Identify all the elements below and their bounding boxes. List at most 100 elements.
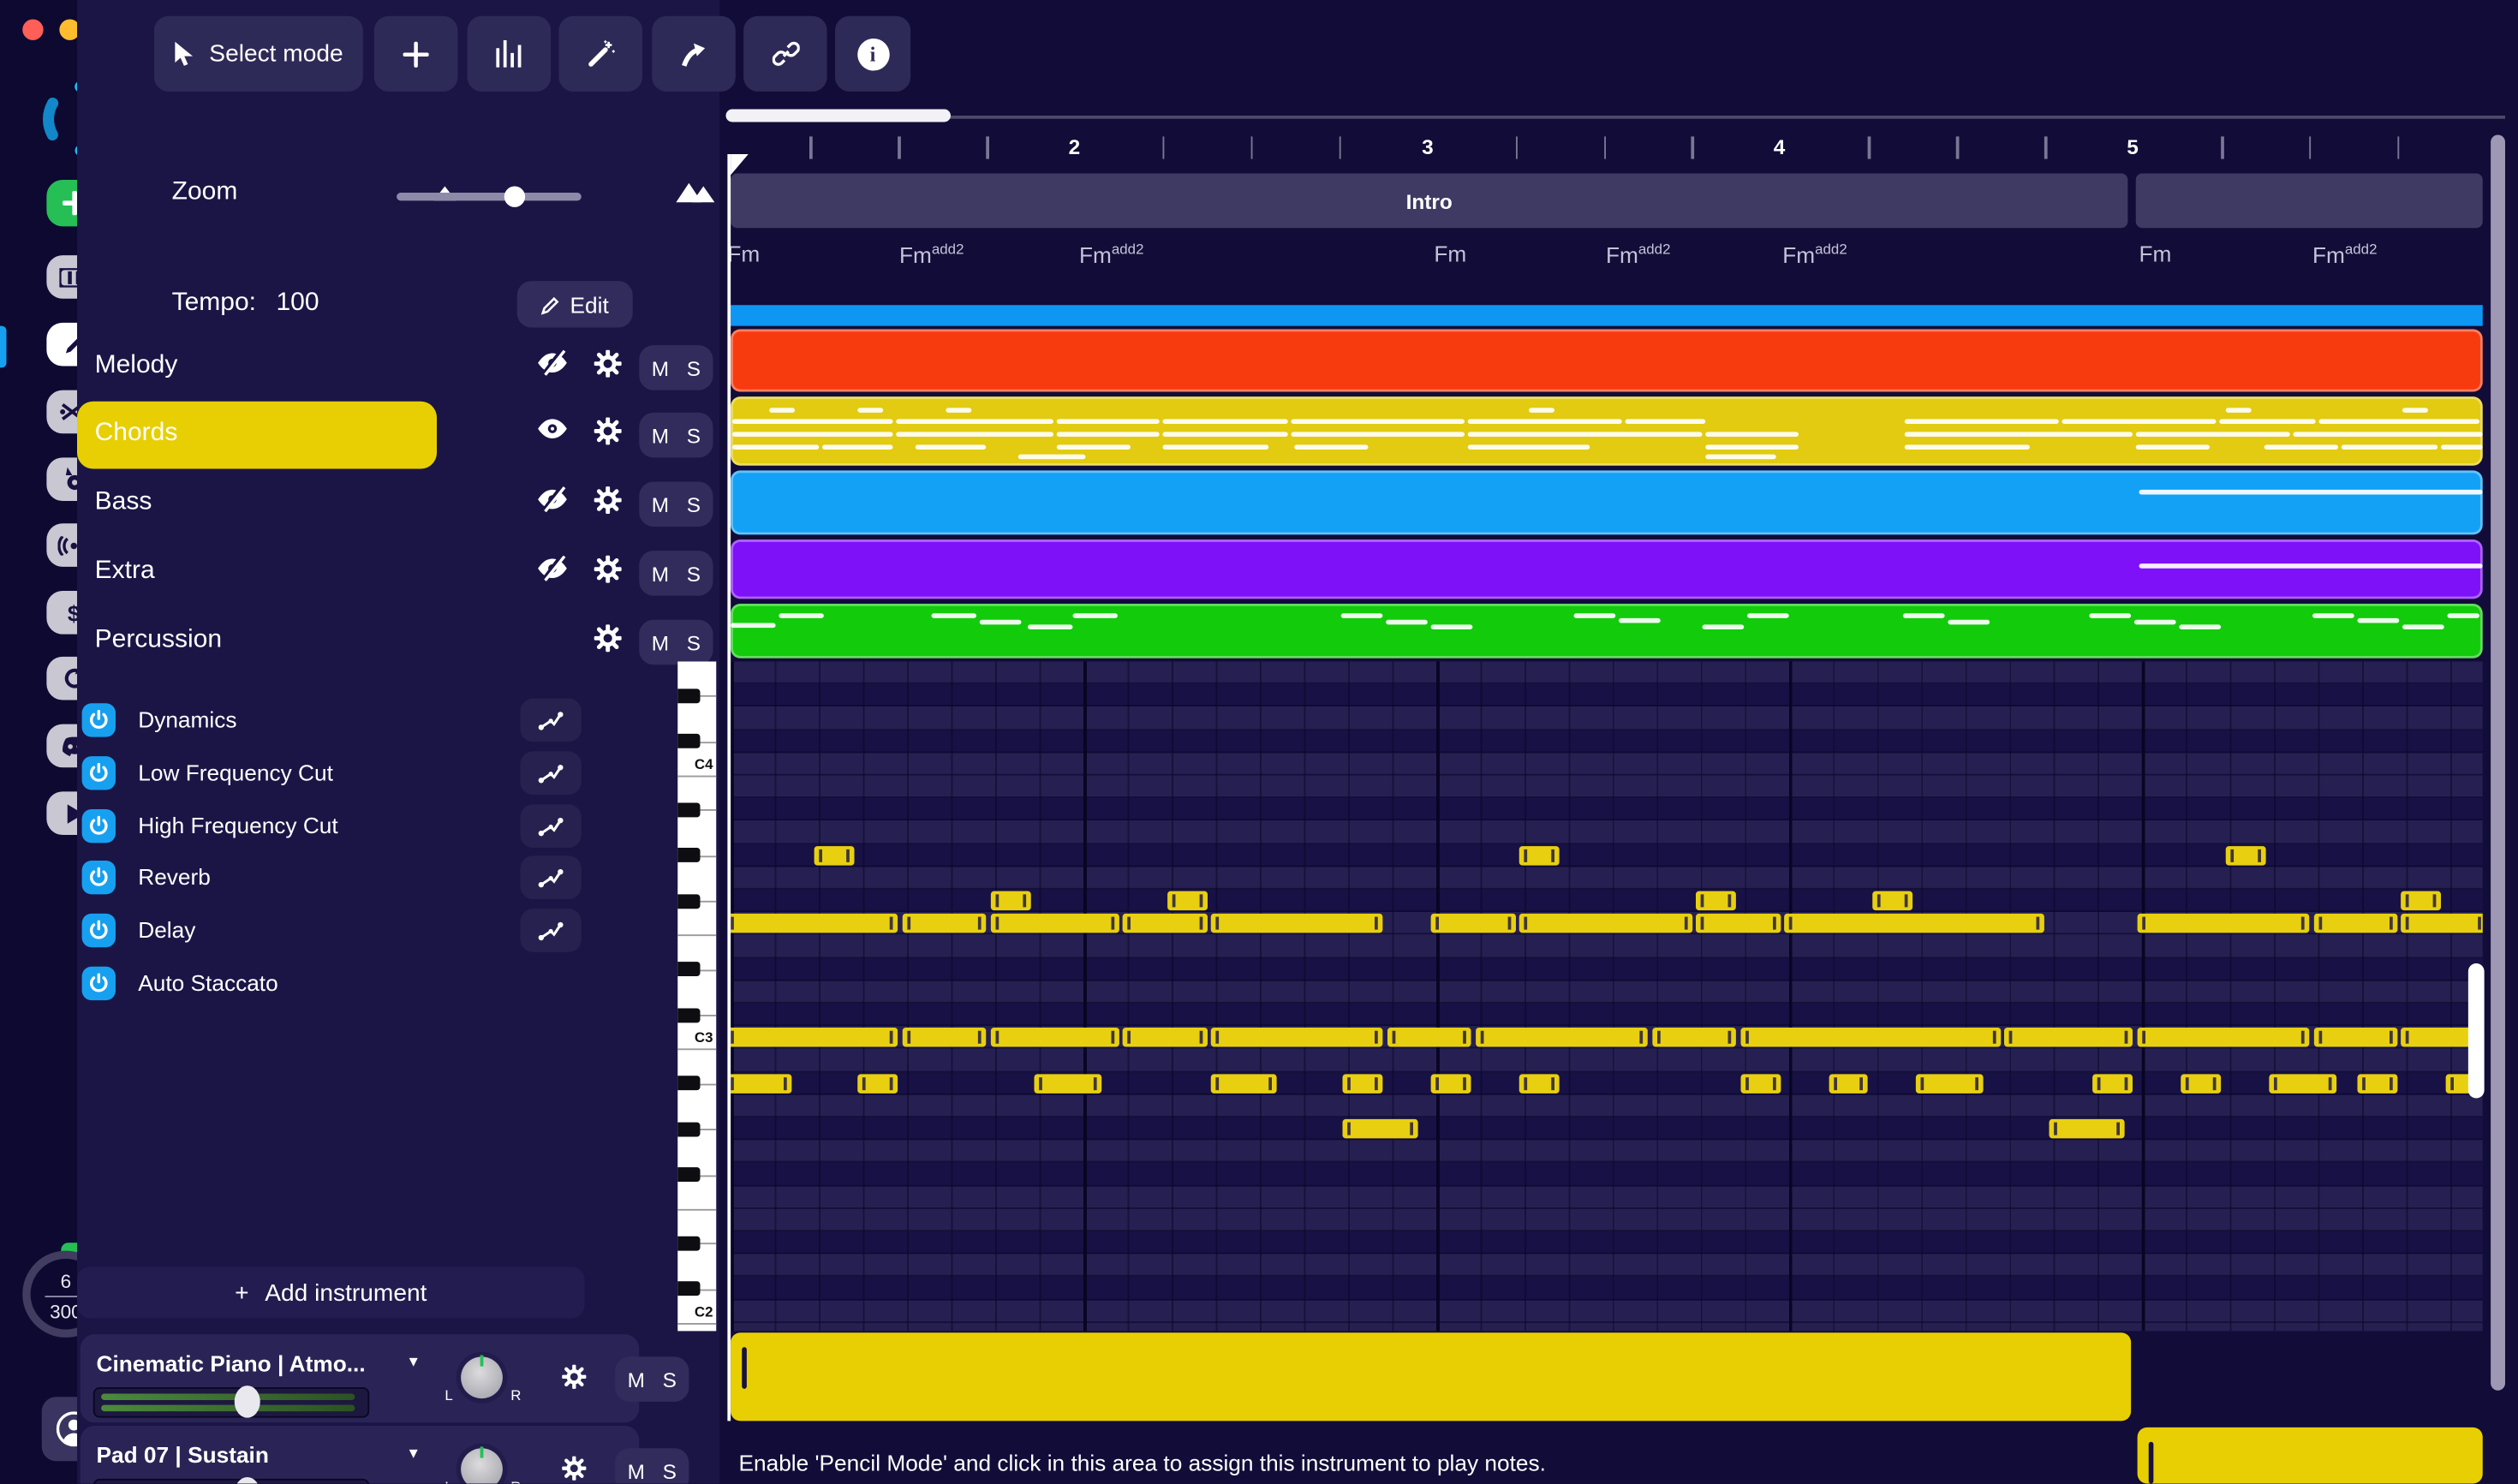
solo-button[interactable]: S	[663, 1368, 677, 1392]
solo-button[interactable]: S	[687, 630, 701, 654]
solo-button[interactable]: S	[687, 561, 701, 585]
power-toggle[interactable]	[81, 703, 116, 737]
track-row-percussion[interactable]: Percussion M S	[0, 615, 713, 670]
horizontal-scrollbar-thumb[interactable]	[725, 109, 951, 122]
zoom-slider-track[interactable]	[397, 193, 582, 201]
piano-roll-note[interactable]	[2004, 1028, 2133, 1047]
piano-roll-note[interactable]	[1167, 891, 1208, 911]
power-toggle[interactable]	[81, 756, 116, 790]
piano-roll-note[interactable]	[2269, 1073, 2336, 1094]
power-toggle[interactable]	[81, 861, 116, 895]
black-key[interactable]	[677, 688, 701, 703]
mute-button[interactable]: M	[652, 630, 669, 654]
instrument-settings-gear-icon[interactable]	[561, 1455, 588, 1484]
edit-tempo-button[interactable]: Edit	[516, 281, 633, 328]
black-key[interactable]	[677, 734, 701, 748]
piano-roll-note[interactable]	[2137, 1028, 2310, 1047]
piano-roll-grid[interactable]	[731, 661, 2483, 1332]
overview-strip-extra[interactable]	[731, 539, 2483, 599]
volume-knob[interactable]	[233, 1477, 260, 1484]
track-row-bass[interactable]: Bass M S	[0, 477, 713, 532]
piano-roll-note[interactable]	[2092, 1073, 2133, 1094]
main-vertical-scrollbar[interactable]	[2491, 134, 2505, 1391]
black-key[interactable]	[677, 1166, 701, 1182]
solo-button[interactable]: S	[687, 423, 701, 447]
add-button[interactable]	[373, 15, 458, 92]
track-row-melody[interactable]: Melody M S	[0, 341, 713, 396]
piano-roll-note[interactable]	[1210, 1073, 1278, 1094]
piano-roll-note[interactable]	[1519, 845, 1560, 865]
chevron-down-icon[interactable]: ▼	[406, 1445, 421, 1462]
eye-slash-icon[interactable]	[536, 554, 569, 589]
piano-roll-note[interactable]	[2402, 914, 2483, 933]
piano-roll-note[interactable]	[2137, 914, 2310, 933]
magic-wand-button[interactable]	[558, 15, 642, 92]
automation-curve-button[interactable]	[520, 698, 582, 742]
horizontal-scrollbar-track[interactable]	[729, 116, 2505, 119]
overview-strip-chords[interactable]	[731, 396, 2483, 466]
volume-knob[interactable]	[233, 1386, 260, 1418]
piano-roll-note[interactable]	[990, 891, 1031, 911]
piano-roll-note[interactable]	[2225, 845, 2265, 865]
share-link-button[interactable]	[743, 15, 827, 92]
piano-roll-note[interactable]	[1475, 1028, 1649, 1047]
power-toggle[interactable]	[81, 809, 116, 843]
piano-roll-note[interactable]	[1739, 1073, 1781, 1094]
volume-slider[interactable]	[92, 1386, 370, 1418]
overview-strip-percussion[interactable]	[731, 604, 2483, 659]
track-settings-gear-icon[interactable]	[593, 623, 623, 659]
piano-roll-scrollbar-thumb[interactable]	[2467, 963, 2485, 1099]
piano-roll-note[interactable]	[1122, 1028, 1208, 1047]
instrument-clip[interactable]	[2137, 1427, 2483, 1484]
piano-roll-note[interactable]	[1696, 914, 1781, 933]
piano-roll-note[interactable]	[990, 914, 1119, 933]
black-key[interactable]	[677, 1281, 701, 1296]
stats-button[interactable]	[467, 15, 552, 92]
piano-roll-note[interactable]	[2357, 1073, 2398, 1094]
instrument-clip[interactable]	[731, 1332, 2132, 1421]
select-mode-button[interactable]: Select mode	[154, 15, 363, 92]
add-instrument-button[interactable]: + Add instrument	[77, 1266, 585, 1319]
instrument-settings-gear-icon[interactable]	[561, 1363, 588, 1398]
black-key[interactable]	[677, 802, 701, 817]
piano-roll-note[interactable]	[902, 914, 987, 933]
overview-strip-melody-collapsed[interactable]	[731, 305, 2483, 326]
automation-curve-button[interactable]	[520, 804, 582, 848]
solo-button[interactable]: S	[687, 492, 701, 516]
piano-roll-note[interactable]	[731, 1028, 898, 1047]
piano-roll-note[interactable]	[1696, 891, 1736, 911]
pan-knob[interactable]	[461, 1355, 503, 1399]
track-settings-gear-icon[interactable]	[593, 486, 623, 521]
mute-button[interactable]: M	[628, 1458, 645, 1482]
piano-roll-note[interactable]	[1343, 1073, 1384, 1094]
automation-curve-button[interactable]	[520, 855, 582, 899]
piano-roll-note[interactable]	[902, 1028, 987, 1047]
redo-button[interactable]	[652, 15, 736, 92]
piano-roll-note[interactable]	[1387, 1028, 1472, 1047]
zoom-in-icon[interactable]	[675, 176, 717, 204]
black-key[interactable]	[677, 1235, 701, 1250]
black-key[interactable]	[677, 1076, 701, 1091]
track-settings-gear-icon[interactable]	[593, 554, 623, 591]
power-toggle[interactable]	[81, 966, 116, 1001]
piano-roll-note[interactable]	[1784, 914, 2045, 933]
piano-roll-note[interactable]	[1519, 1073, 1560, 1094]
piano-roll-note[interactable]	[2402, 891, 2442, 911]
piano-roll-note[interactable]	[814, 845, 855, 865]
piano-roll-note[interactable]	[731, 1073, 793, 1094]
chevron-down-icon[interactable]: ▼	[406, 1354, 421, 1370]
mute-button[interactable]: M	[652, 355, 669, 379]
piano-roll-note[interactable]	[1210, 1028, 1384, 1047]
track-row-chords[interactable]: Chords M S	[0, 401, 713, 469]
overview-strip-bass[interactable]	[731, 470, 2483, 535]
piano-roll-note[interactable]	[1122, 914, 1208, 933]
zoom-slider-knob[interactable]	[504, 186, 526, 207]
piano-roll-note[interactable]	[1431, 914, 1516, 933]
close-window-button[interactable]	[22, 19, 44, 40]
track-row-extra[interactable]: Extra M S	[0, 546, 713, 601]
section-header[interactable]	[2135, 173, 2483, 229]
piano-roll-note[interactable]	[1034, 1073, 1101, 1094]
piano-roll-note[interactable]	[990, 1028, 1119, 1047]
black-key[interactable]	[677, 848, 701, 863]
black-key[interactable]	[677, 962, 701, 977]
